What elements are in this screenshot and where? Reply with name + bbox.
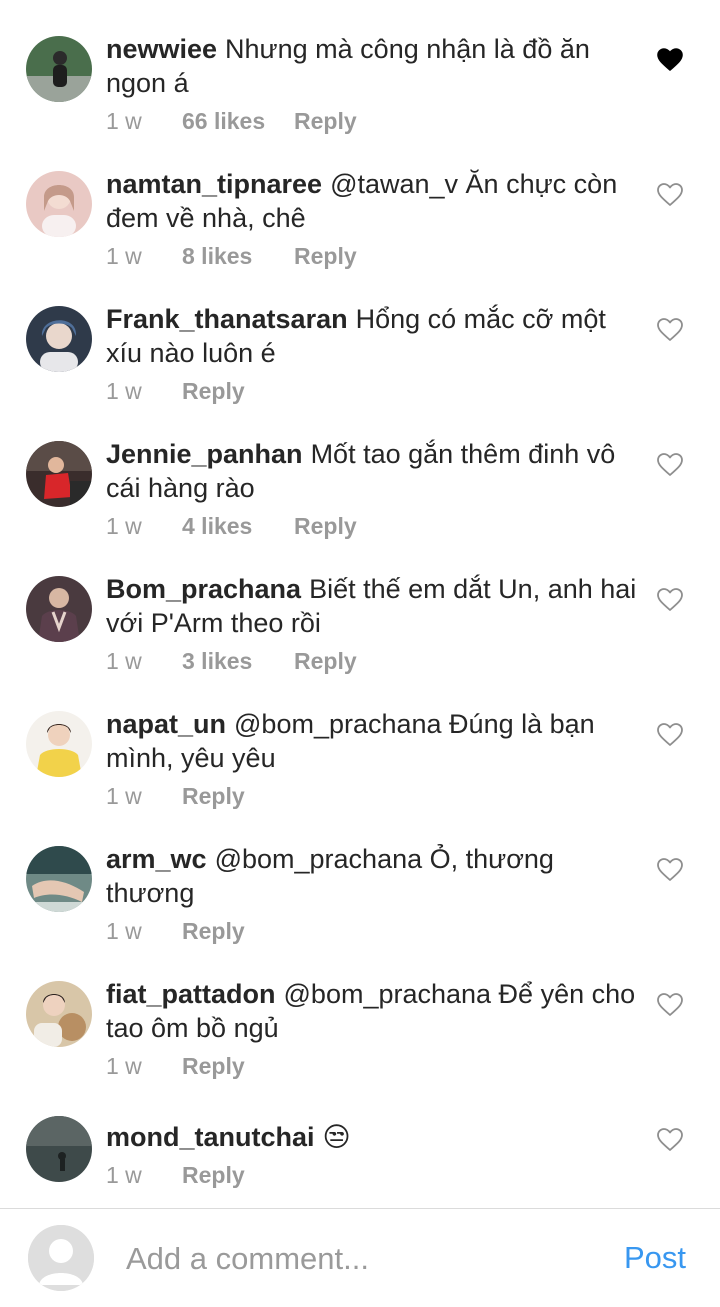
comment-username[interactable]: Bom_prachana xyxy=(106,574,301,604)
comment-likes[interactable]: 8 likes xyxy=(182,243,294,270)
comment-avatar[interactable] xyxy=(26,306,92,372)
comment-avatar[interactable] xyxy=(26,171,92,237)
comment-avatar[interactable] xyxy=(26,441,92,507)
like-button[interactable] xyxy=(657,48,683,72)
reply-button[interactable]: Reply xyxy=(182,1053,245,1080)
comment-time: 1 w xyxy=(106,648,142,674)
like-button[interactable] xyxy=(657,588,683,612)
comment-composer: Post xyxy=(0,1209,720,1307)
comment-time: 1 w xyxy=(106,783,142,809)
comment-item: arm_wc @bom_prachana Ỏ, thương thương 1 w… xyxy=(0,842,720,960)
heart-outline-icon xyxy=(657,1128,683,1151)
comment-item: napat_un @bom_prachana Đúng là bạn mình, … xyxy=(0,707,720,825)
reply-button[interactable]: Reply xyxy=(294,513,357,540)
user-silhouette-icon xyxy=(28,1225,94,1291)
comment-time: 1 w xyxy=(106,108,142,134)
avatar-photo-icon xyxy=(26,576,92,642)
comment-item: Jennie_panhan Mốt tao gắn thêm đinh vô cá… xyxy=(0,437,720,555)
heart-outline-icon xyxy=(657,723,683,746)
avatar-photo-icon xyxy=(26,711,92,777)
comment-item: namtan_tipnaree @tawan_v Ăn chực còn đem … xyxy=(0,167,720,285)
comment-item: Bom_prachana Biết thế em dắt Un, anh hai … xyxy=(0,572,720,690)
like-button[interactable] xyxy=(657,183,683,207)
heart-outline-icon xyxy=(657,183,683,206)
comment-meta: 1 w 3 likes Reply xyxy=(106,648,357,675)
comment-username[interactable]: arm_wc xyxy=(106,844,207,874)
comment-item: Frank_thanatsaran Hổng có mắc cỡ một xíu … xyxy=(0,302,720,420)
comment-username[interactable]: Jennie_panhan xyxy=(106,439,303,469)
comment-meta: 1 w Reply xyxy=(106,1162,245,1189)
comment-meta: 1 w 4 likes Reply xyxy=(106,513,357,540)
reply-button[interactable]: Reply xyxy=(182,378,245,405)
avatar-photo-icon xyxy=(26,171,92,237)
comment-time: 1 w xyxy=(106,1053,142,1079)
heart-outline-icon xyxy=(657,318,683,341)
heart-outline-icon xyxy=(657,993,683,1016)
reply-button[interactable]: Reply xyxy=(294,108,357,135)
comment-username[interactable]: namtan_tipnaree xyxy=(106,169,322,199)
comment-time: 1 w xyxy=(106,1162,142,1188)
reply-button[interactable]: Reply xyxy=(182,1162,245,1189)
comment-meta: 1 w 66 likes Reply xyxy=(106,108,357,135)
comment-time: 1 w xyxy=(106,378,142,404)
heart-outline-icon xyxy=(657,588,683,611)
reply-button[interactable]: Reply xyxy=(182,918,245,945)
like-button[interactable] xyxy=(657,318,683,342)
comment-likes[interactable]: 3 likes xyxy=(182,648,294,675)
comment-time: 1 w xyxy=(106,243,142,269)
comment-avatar[interactable] xyxy=(26,846,92,912)
avatar-photo-icon xyxy=(26,306,92,372)
comment-username[interactable]: newwiee xyxy=(106,34,217,64)
comment-input[interactable] xyxy=(126,1237,586,1281)
comment-text: 😒 xyxy=(322,1122,351,1152)
like-button[interactable] xyxy=(657,858,683,882)
comment-likes[interactable]: 4 likes xyxy=(182,513,294,540)
comment-avatar[interactable] xyxy=(26,711,92,777)
comment-avatar[interactable] xyxy=(26,981,92,1047)
default-user-icon xyxy=(28,1225,94,1291)
comment-likes[interactable]: 66 likes xyxy=(182,108,294,135)
reply-button[interactable]: Reply xyxy=(294,243,357,270)
reply-button[interactable]: Reply xyxy=(294,648,357,675)
reply-button[interactable]: Reply xyxy=(182,783,245,810)
comment-avatar[interactable] xyxy=(26,576,92,642)
comment-time: 1 w xyxy=(106,918,142,944)
heart-filled-icon xyxy=(657,48,683,71)
avatar-photo-icon xyxy=(26,1116,92,1182)
post-button[interactable]: Post xyxy=(624,1240,686,1276)
comment-avatar[interactable] xyxy=(26,1116,92,1182)
comment-meta: 1 w 8 likes Reply xyxy=(106,243,357,270)
comment-username[interactable]: fiat_pattadon xyxy=(106,979,276,1009)
comment-username[interactable]: Frank_thanatsaran xyxy=(106,304,348,334)
comment-item: newwiee Nhưng mà công nhận là đồ ăn ngon … xyxy=(0,32,720,150)
comment-meta: 1 w Reply xyxy=(106,783,245,810)
comment-item: fiat_pattadon @bom_prachana Để yên cho ta… xyxy=(0,977,720,1095)
comment-item: mond_tanutchai 😒 1 w Reply xyxy=(0,1112,720,1196)
heart-outline-icon xyxy=(657,858,683,881)
avatar-photo-icon xyxy=(26,441,92,507)
comment-username[interactable]: napat_un xyxy=(106,709,226,739)
avatar-photo-icon xyxy=(26,846,92,912)
comment-meta: 1 w Reply xyxy=(106,918,245,945)
avatar-photo-icon xyxy=(26,36,92,102)
like-button[interactable] xyxy=(657,723,683,747)
avatar-photo-icon xyxy=(26,981,92,1047)
like-button[interactable] xyxy=(657,993,683,1017)
comment-meta: 1 w Reply xyxy=(106,1053,245,1080)
comment-meta: 1 w Reply xyxy=(106,378,245,405)
like-button[interactable] xyxy=(657,453,683,477)
comment-time: 1 w xyxy=(106,513,142,539)
comment-avatar[interactable] xyxy=(26,36,92,102)
comment-username[interactable]: mond_tanutchai xyxy=(106,1122,315,1152)
heart-outline-icon xyxy=(657,453,683,476)
like-button[interactable] xyxy=(657,1128,683,1152)
